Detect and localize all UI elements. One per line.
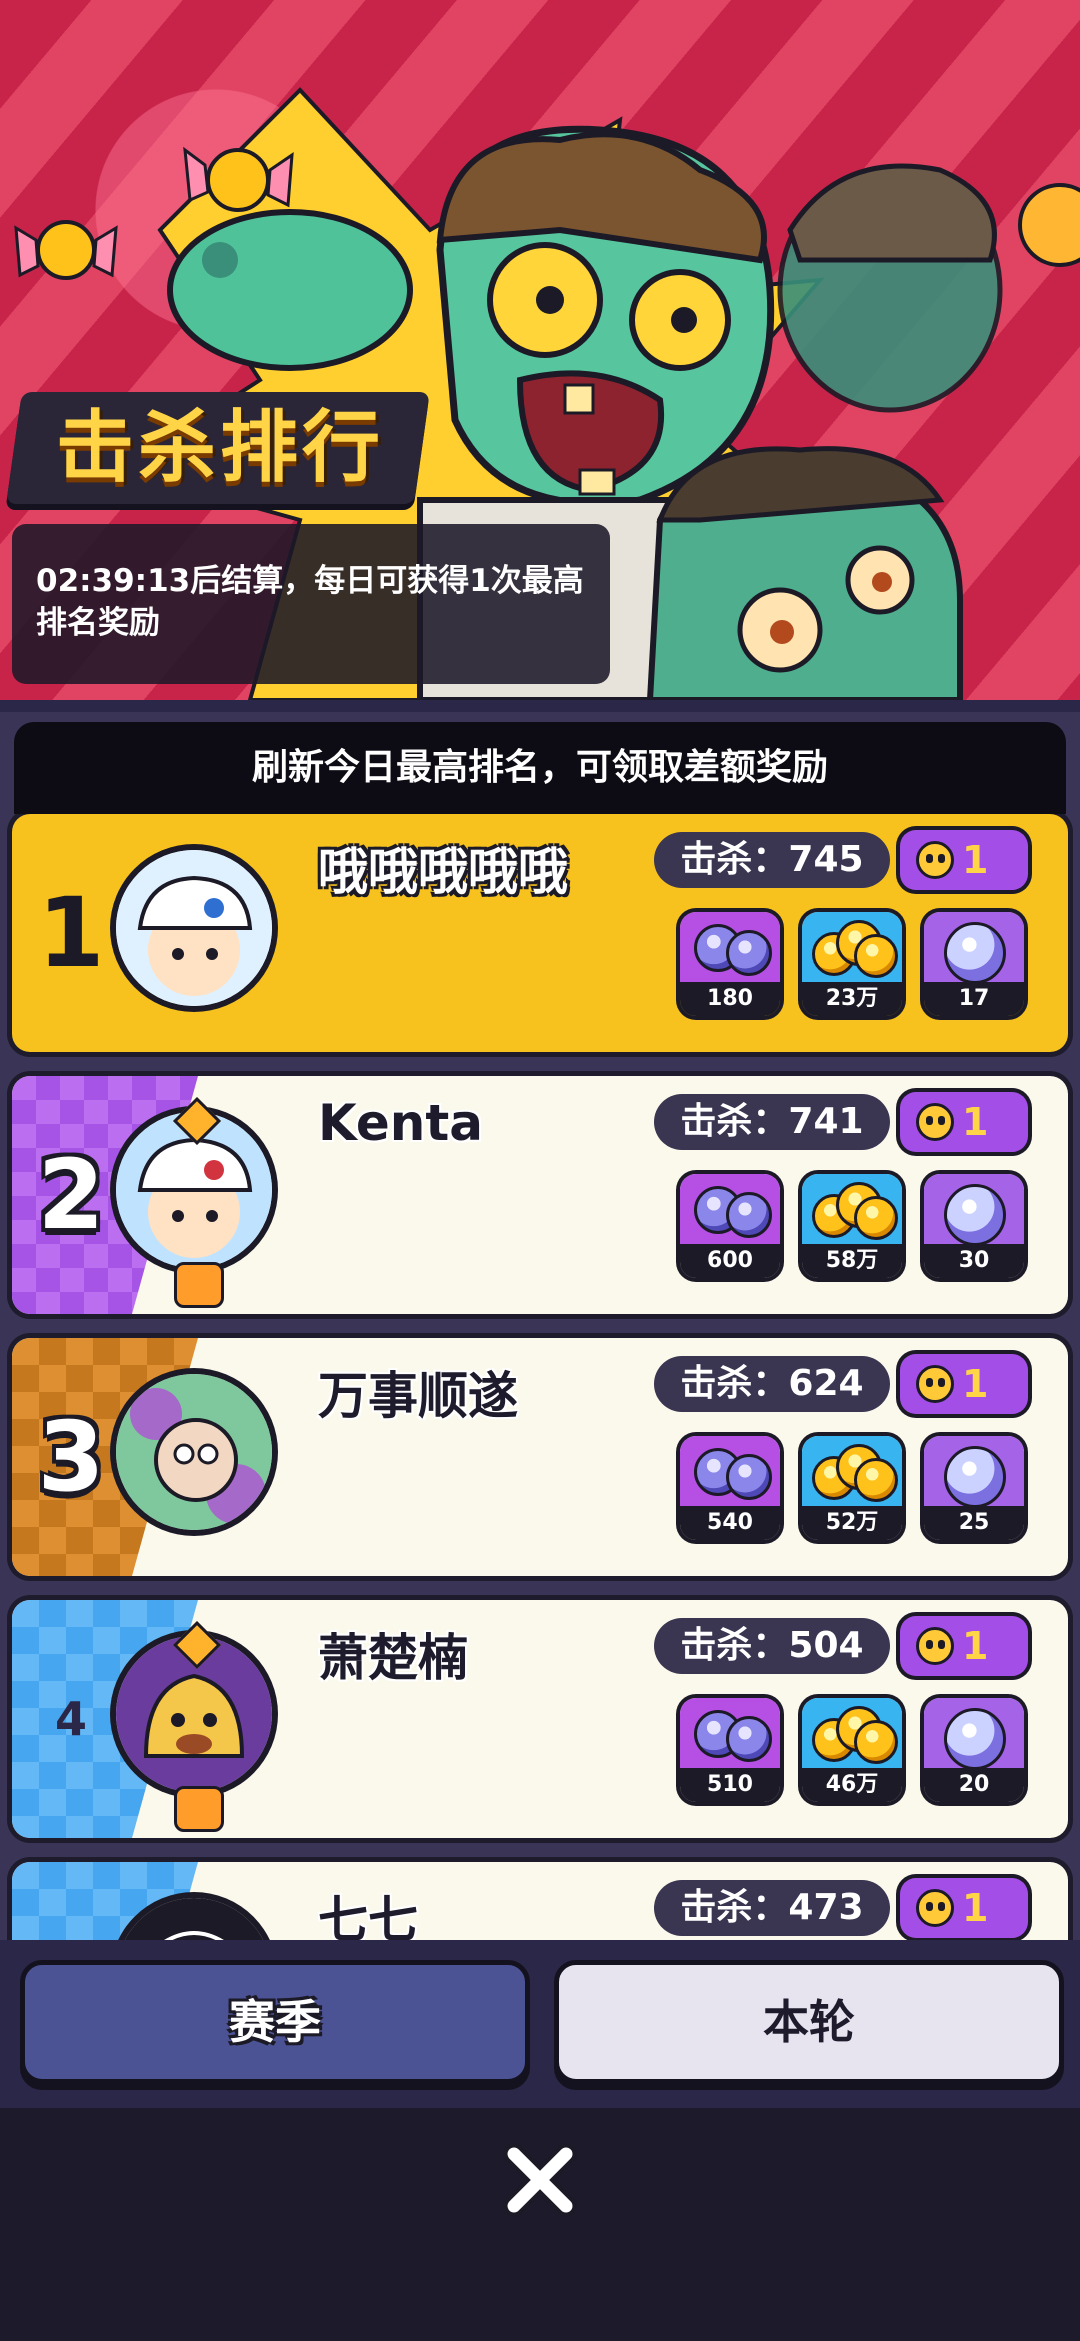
skull-token-badge: 1: [900, 1354, 1028, 1414]
player-name: 七七: [318, 1891, 418, 1940]
reward-value: 180: [680, 982, 780, 1016]
skull-token-badge: 1: [900, 1616, 1028, 1676]
skull-token-badge: 1: [900, 1878, 1028, 1938]
tab-season-label: 赛季: [229, 1995, 321, 2049]
leaderboard-row[interactable]: 4 萧楚楠 击杀：504 1 510 46万 20: [12, 1600, 1068, 1838]
skull-token-badge: 1: [900, 830, 1028, 890]
settlement-info: 02:39:13后结算，每日可获得1次最高排名奖励: [12, 524, 610, 684]
capsule-ball-icon: [924, 1174, 1024, 1246]
leaderboard-row[interactable]: 2 Kenta 击杀：741 1 600 58万 30: [12, 1076, 1068, 1314]
reward-coin[interactable]: 23万: [802, 912, 902, 1016]
tab-bar: 赛季 本轮: [0, 1940, 1080, 2108]
leaderboard-row[interactable]: 3 万事顺遂 击杀：624 1 540 52万 25: [12, 1338, 1068, 1576]
refresh-notice: 刷新今日最高排名，可领取差额奖励: [14, 722, 1066, 814]
reward-capsule[interactable]: 25: [924, 1436, 1024, 1540]
capsule-ball-icon: [924, 912, 1024, 984]
reward-capsule[interactable]: 17: [924, 912, 1024, 1016]
reward-value: 540: [680, 1506, 780, 1540]
reward-value: 46万: [802, 1768, 902, 1802]
reward-value: 52万: [802, 1506, 902, 1540]
medal-icon: [174, 1786, 224, 1832]
skull-token-icon: [916, 1103, 954, 1141]
banner: 击杀排行 02:39:13后结算，每日可获得1次最高排名奖励: [0, 0, 1080, 700]
gold-coin-icon: [802, 1174, 902, 1246]
rank-number: 2: [37, 1139, 105, 1251]
player-avatar-icon: [116, 850, 272, 1006]
avatar[interactable]: [116, 850, 272, 1006]
leaderboard-list[interactable]: 1 哦哦哦哦哦 击杀：745 1 180 23万 17 2 Kenta 击杀：7…: [0, 814, 1080, 1940]
reward-value: 25: [924, 1506, 1024, 1540]
leaderboard-row[interactable]: 七七 击杀：473 1: [12, 1862, 1068, 1940]
reward-value: 510: [680, 1768, 780, 1802]
reward-coin[interactable]: 52万: [802, 1436, 902, 1540]
reward-gem[interactable]: 510: [680, 1698, 780, 1802]
tab-season[interactable]: 赛季: [20, 1960, 530, 2084]
rank-number: 1: [37, 877, 105, 989]
reward-capsule[interactable]: 20: [924, 1698, 1024, 1802]
player-name: 万事顺遂: [318, 1367, 518, 1425]
kill-count: 击杀：504: [654, 1618, 890, 1674]
medal-icon: [174, 1262, 224, 1308]
page-title: 击杀排行: [56, 403, 385, 493]
reward-value: 58万: [802, 1244, 902, 1278]
close-button[interactable]: [500, 2140, 580, 2220]
kill-count: 击杀：473: [654, 1880, 890, 1936]
candy-icon: [14, 220, 118, 280]
reward-coin[interactable]: 58万: [802, 1174, 902, 1278]
player-name: 哦哦哦哦哦: [318, 843, 568, 901]
reward-value: 20: [924, 1768, 1024, 1802]
player-name: 萧楚楠: [318, 1629, 468, 1687]
skull-token-icon: [916, 1365, 954, 1403]
skull-token-icon: [916, 841, 954, 879]
gem-icon: [680, 912, 780, 984]
gem-icon: [680, 1698, 780, 1770]
gold-coin-icon: [802, 1436, 902, 1508]
gold-coin-icon: [802, 912, 902, 984]
reward-value: 600: [680, 1244, 780, 1278]
player-avatar-icon: [116, 1374, 272, 1530]
reward-gem[interactable]: 180: [680, 912, 780, 1016]
tab-round[interactable]: 本轮: [554, 1960, 1064, 2084]
skull-token-icon: [916, 1627, 954, 1665]
tab-round-label: 本轮: [763, 1995, 855, 2049]
skull-token-badge: 1: [900, 1092, 1028, 1152]
reward-value: 17: [924, 982, 1024, 1016]
kill-count: 击杀：624: [654, 1356, 890, 1412]
gem-icon: [680, 1436, 780, 1508]
skull-token-icon: [916, 1889, 954, 1927]
capsule-ball-icon: [924, 1698, 1024, 1770]
token-count: 1: [962, 838, 989, 882]
token-count: 1: [962, 1362, 989, 1406]
capsule-ball-icon: [924, 1436, 1024, 1508]
reward-value: 30: [924, 1244, 1024, 1278]
reward-gem[interactable]: 600: [680, 1174, 780, 1278]
kill-count: 击杀：745: [654, 832, 890, 888]
rank-number: [26, 1862, 116, 1940]
rank-number: 3: [37, 1401, 105, 1513]
close-icon: [503, 2143, 577, 2217]
kill-count: 击杀：741: [654, 1094, 890, 1150]
reward-coin[interactable]: 46万: [802, 1698, 902, 1802]
reward-capsule[interactable]: 30: [924, 1174, 1024, 1278]
gem-icon: [680, 1174, 780, 1246]
player-name: Kenta: [318, 1094, 484, 1152]
gold-coin-icon: [802, 1698, 902, 1770]
reward-value: 23万: [802, 982, 902, 1016]
reward-gem[interactable]: 540: [680, 1436, 780, 1540]
token-count: 1: [962, 1886, 989, 1930]
token-count: 1: [962, 1100, 989, 1144]
rank-number: 4: [54, 1692, 87, 1746]
leaderboard-row[interactable]: 1 哦哦哦哦哦 击杀：745 1 180 23万 17: [12, 814, 1068, 1052]
avatar[interactable]: [116, 1374, 272, 1530]
token-count: 1: [962, 1624, 989, 1668]
